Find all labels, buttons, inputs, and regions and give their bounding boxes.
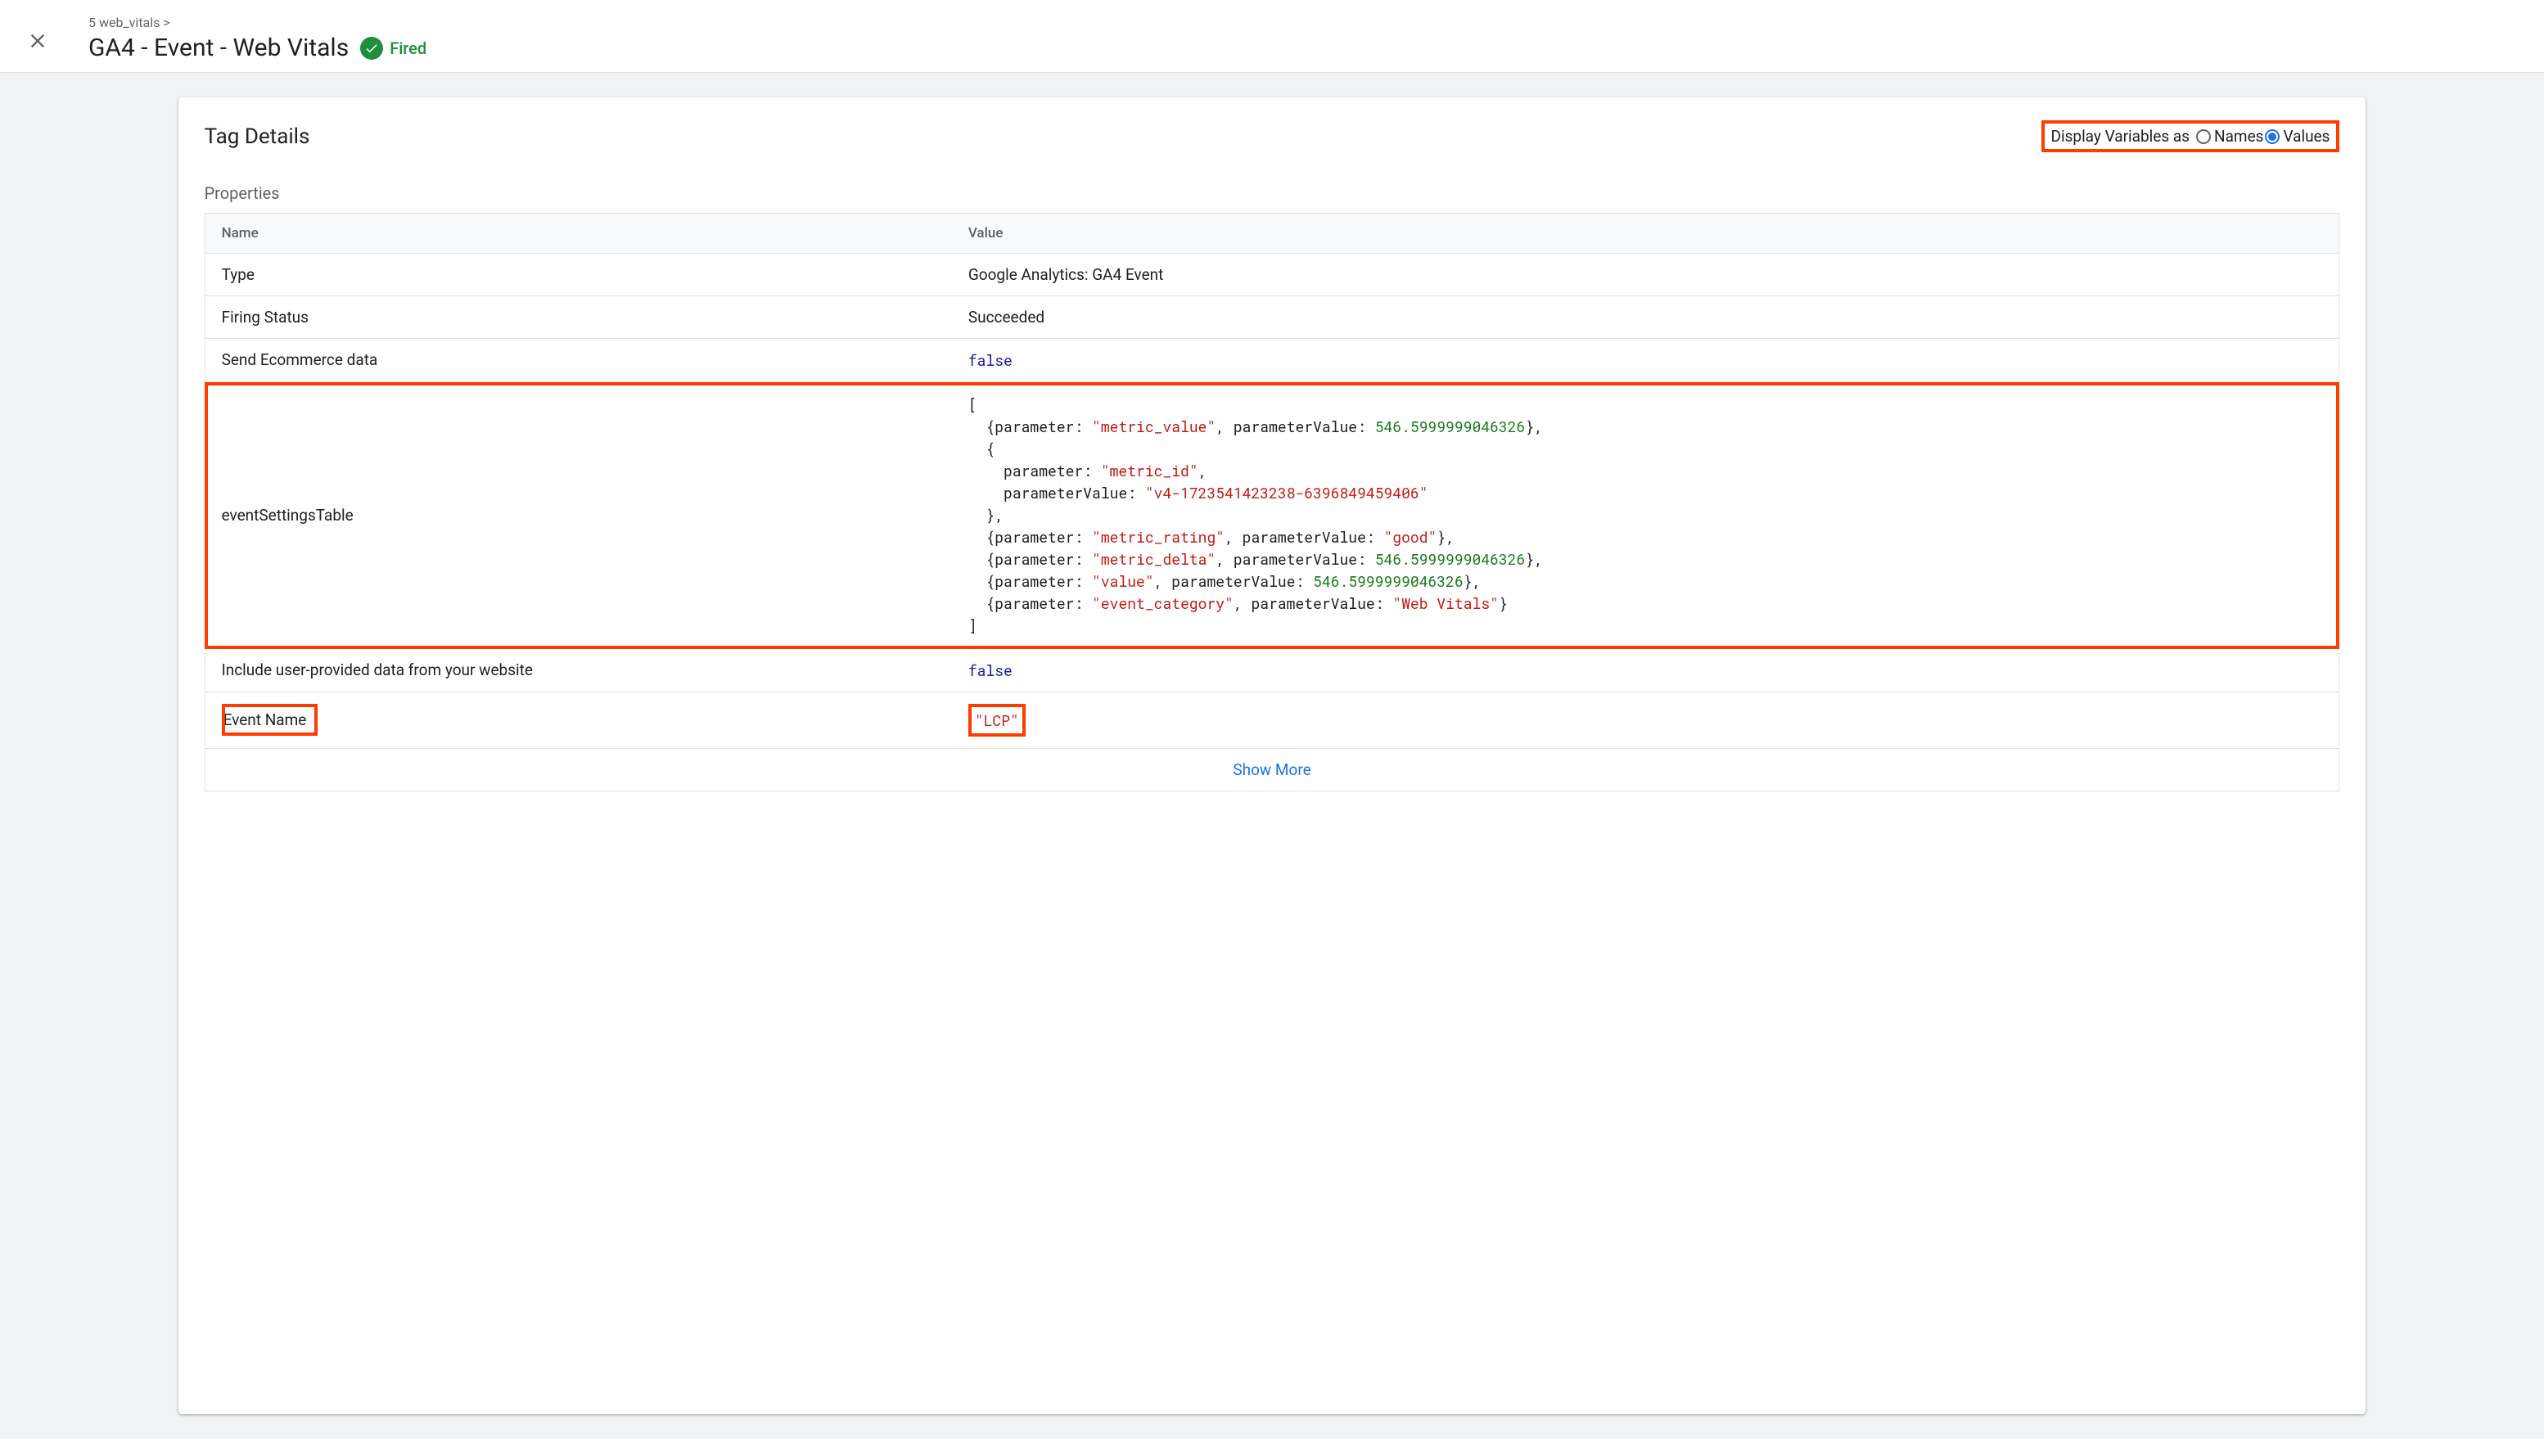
column-header-name: Name xyxy=(205,214,952,254)
prop-name: Send Ecommerce data xyxy=(205,339,952,382)
card-header: Tag Details Display Variables as Names V… xyxy=(205,120,2340,152)
radio-names[interactable]: Names xyxy=(2196,127,2263,146)
column-header-value: Value xyxy=(952,214,2339,254)
prop-name: Firing Status xyxy=(205,296,952,339)
table-row: Firing Status Succeeded xyxy=(205,296,2339,339)
breadcrumb[interactable]: 5 web_vitals > xyxy=(88,15,426,30)
close-icon xyxy=(26,29,49,52)
tag-details-card: Tag Details Display Variables as Names V… xyxy=(178,97,2366,1414)
table-row: Include user-provided data from your web… xyxy=(205,649,2339,692)
table-row: Send Ecommerce data false xyxy=(205,339,2339,382)
fired-label: Fired xyxy=(390,38,426,58)
prop-value: "LCP" xyxy=(952,692,2339,749)
check-circle-icon xyxy=(360,37,383,60)
radio-values-label: Values xyxy=(2283,127,2330,146)
prop-name: eventSettingsTable xyxy=(205,382,952,649)
display-variables-toggle: Display Variables as Names Values xyxy=(2041,120,2340,152)
fired-badge: Fired xyxy=(360,37,426,60)
radio-icon xyxy=(2196,129,2211,144)
table-row: Type Google Analytics: GA4 Event xyxy=(205,254,2339,296)
top-bar: 5 web_vitals > GA4 - Event - Web Vitals … xyxy=(0,0,2544,73)
properties-table: Name Value Type Google Analytics: GA4 Ev… xyxy=(205,213,2340,791)
properties-section-label: Properties xyxy=(205,183,2340,203)
radio-names-label: Names xyxy=(2214,127,2263,146)
prop-name: Type xyxy=(205,254,952,296)
prop-name: Event Name xyxy=(205,692,952,749)
title-row: GA4 - Event - Web Vitals Fired xyxy=(88,34,426,62)
radio-icon-selected xyxy=(2265,129,2280,144)
show-more-link[interactable]: Show More xyxy=(1233,760,1310,779)
radio-values[interactable]: Values xyxy=(2265,127,2330,146)
card-title: Tag Details xyxy=(205,124,310,149)
prop-value: Google Analytics: GA4 Event xyxy=(952,254,2339,296)
page-title: GA4 - Event - Web Vitals xyxy=(88,34,349,62)
prop-value: false xyxy=(952,339,2339,382)
title-block: 5 web_vitals > GA4 - Event - Web Vitals … xyxy=(88,15,426,62)
display-toggle-label: Display Variables as xyxy=(2051,127,2190,146)
table-row-event-settings: eventSettingsTable [ {parameter: "metric… xyxy=(205,382,2339,649)
show-more-row: Show More xyxy=(205,749,2339,791)
prop-value-event-settings: [ {parameter: "metric_value", parameterV… xyxy=(952,382,2339,649)
table-row-event-name: Event Name "LCP" xyxy=(205,692,2339,749)
close-button[interactable] xyxy=(20,23,56,59)
prop-name: Include user-provided data from your web… xyxy=(205,649,952,692)
prop-value: false xyxy=(952,649,2339,692)
prop-value: Succeeded xyxy=(952,296,2339,339)
content-area: Tag Details Display Variables as Names V… xyxy=(0,73,2544,1439)
